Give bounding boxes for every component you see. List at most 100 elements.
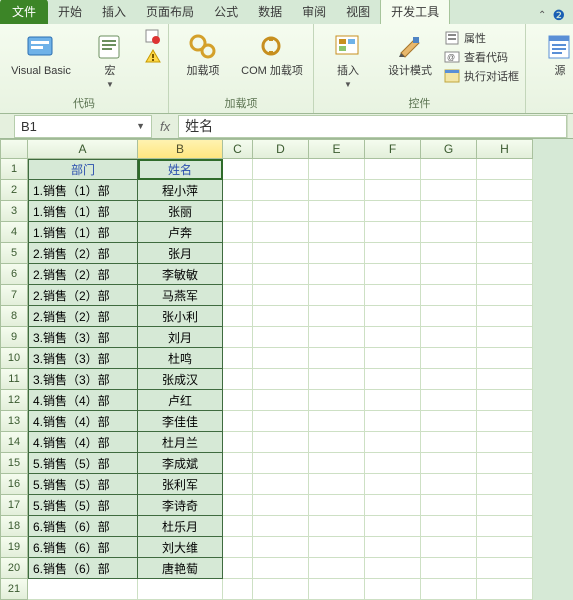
cell[interactable] xyxy=(365,285,421,306)
visual-basic-button[interactable]: Visual Basic xyxy=(6,28,76,78)
cell[interactable] xyxy=(253,516,309,537)
cell[interactable]: 张小利 xyxy=(138,306,223,327)
design-mode-button[interactable]: 设计模式 xyxy=(382,28,438,78)
row-header[interactable]: 16 xyxy=(0,474,28,495)
cell[interactable] xyxy=(477,285,533,306)
cell[interactable]: 李成斌 xyxy=(138,453,223,474)
cell[interactable]: 2.销售（2）部 xyxy=(28,264,138,285)
cell[interactable] xyxy=(309,579,365,600)
row-header[interactable]: 1 xyxy=(0,159,28,180)
row-header[interactable]: 13 xyxy=(0,411,28,432)
source-button[interactable]: 源 xyxy=(532,28,573,78)
cell[interactable]: 杜乐月 xyxy=(138,516,223,537)
cell[interactable]: 程小萍 xyxy=(138,180,223,201)
cell[interactable] xyxy=(253,579,309,600)
cell[interactable] xyxy=(223,348,253,369)
cell[interactable] xyxy=(309,180,365,201)
tab-review[interactable]: 审阅 xyxy=(292,0,336,24)
cell[interactable] xyxy=(309,558,365,579)
cell[interactable] xyxy=(477,453,533,474)
cell[interactable] xyxy=(253,243,309,264)
cell[interactable] xyxy=(223,453,253,474)
cell[interactable] xyxy=(421,180,477,201)
tab-layout[interactable]: 页面布局 xyxy=(136,0,204,24)
cell[interactable] xyxy=(421,390,477,411)
cell[interactable] xyxy=(365,432,421,453)
cell[interactable] xyxy=(477,369,533,390)
cell[interactable] xyxy=(223,201,253,222)
row-header[interactable]: 5 xyxy=(0,243,28,264)
row-header[interactable]: 7 xyxy=(0,285,28,306)
cell[interactable] xyxy=(421,327,477,348)
cell[interactable] xyxy=(365,474,421,495)
cell[interactable] xyxy=(421,411,477,432)
cell[interactable] xyxy=(365,369,421,390)
formula-bar-splitter[interactable] xyxy=(567,114,573,138)
cell[interactable] xyxy=(477,327,533,348)
cell[interactable] xyxy=(421,558,477,579)
cell[interactable] xyxy=(253,453,309,474)
cell[interactable] xyxy=(253,327,309,348)
cell[interactable] xyxy=(477,516,533,537)
cell[interactable]: 杜月兰 xyxy=(138,432,223,453)
cell[interactable] xyxy=(421,432,477,453)
cell[interactable] xyxy=(477,495,533,516)
run-dialog-button[interactable]: 执行对话框 xyxy=(444,68,519,84)
cell[interactable]: 刘大维 xyxy=(138,537,223,558)
cell[interactable] xyxy=(421,243,477,264)
cell[interactable] xyxy=(421,306,477,327)
cell[interactable] xyxy=(223,516,253,537)
column-header-D[interactable]: D xyxy=(253,139,309,159)
cell[interactable] xyxy=(365,159,421,180)
row-header[interactable]: 10 xyxy=(0,348,28,369)
cell[interactable]: 3.销售（3）部 xyxy=(28,327,138,348)
name-box[interactable]: B1 ▼ xyxy=(14,115,152,138)
cell[interactable]: 4.销售（4）部 xyxy=(28,411,138,432)
cell[interactable] xyxy=(309,222,365,243)
cell[interactable] xyxy=(223,390,253,411)
cell[interactable]: 2.销售（2）部 xyxy=(28,243,138,264)
cell[interactable] xyxy=(365,390,421,411)
cell[interactable] xyxy=(477,411,533,432)
cell[interactable] xyxy=(365,222,421,243)
cell[interactable] xyxy=(253,495,309,516)
cell[interactable] xyxy=(477,432,533,453)
cell[interactable] xyxy=(309,243,365,264)
cell[interactable]: 1.销售（1）部 xyxy=(28,180,138,201)
tab-file[interactable]: 文件 xyxy=(0,0,48,24)
column-header-F[interactable]: F xyxy=(365,139,421,159)
fx-icon[interactable]: fx xyxy=(160,119,170,134)
cell[interactable] xyxy=(253,474,309,495)
cell[interactable] xyxy=(365,264,421,285)
addins-button[interactable]: 加载项 xyxy=(175,28,231,78)
row-header[interactable]: 9 xyxy=(0,327,28,348)
cell[interactable] xyxy=(421,348,477,369)
cell[interactable]: 卢奔 xyxy=(138,222,223,243)
cell[interactable]: 李敏敏 xyxy=(138,264,223,285)
cell[interactable] xyxy=(309,411,365,432)
cell[interactable]: 6.销售（6）部 xyxy=(28,558,138,579)
properties-button[interactable]: 属性 xyxy=(444,30,519,46)
cell[interactable]: 1.销售（1）部 xyxy=(28,201,138,222)
cell[interactable] xyxy=(309,201,365,222)
cell[interactable]: 李诗奇 xyxy=(138,495,223,516)
column-header-G[interactable]: G xyxy=(421,139,477,159)
cell[interactable]: 5.销售（5）部 xyxy=(28,495,138,516)
cell[interactable] xyxy=(421,495,477,516)
cell[interactable] xyxy=(223,222,253,243)
cell[interactable] xyxy=(477,159,533,180)
tab-home[interactable]: 开始 xyxy=(48,0,92,24)
cell[interactable] xyxy=(477,390,533,411)
cell[interactable] xyxy=(138,579,223,600)
cell[interactable]: 唐艳萄 xyxy=(138,558,223,579)
cell[interactable] xyxy=(477,579,533,600)
cell[interactable] xyxy=(223,369,253,390)
row-header[interactable]: 18 xyxy=(0,516,28,537)
cell[interactable] xyxy=(253,264,309,285)
cell[interactable] xyxy=(253,390,309,411)
cell[interactable] xyxy=(309,369,365,390)
tab-data[interactable]: 数据 xyxy=(248,0,292,24)
cell[interactable] xyxy=(477,243,533,264)
cell[interactable] xyxy=(477,180,533,201)
cell[interactable] xyxy=(309,264,365,285)
